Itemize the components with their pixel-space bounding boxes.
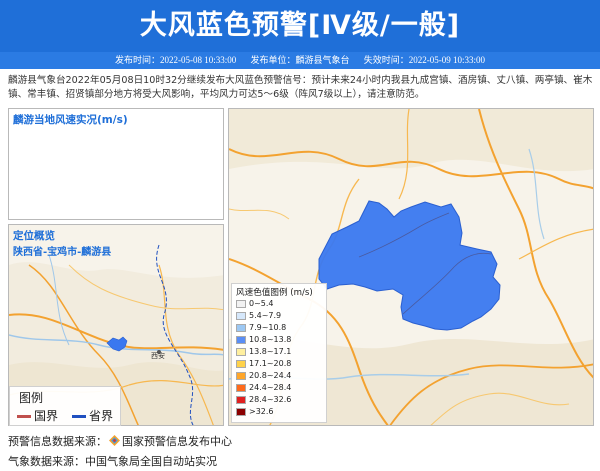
alert-title: 大风蓝色预警[Ⅳ级/一般] — [139, 10, 461, 41]
wind-legend-swatch — [236, 335, 246, 344]
location-panel-title: 定位概览 — [13, 230, 55, 242]
alert-header: 大风蓝色预警[Ⅳ级/一般] — [0, 0, 600, 52]
wind-legend-swatch — [236, 407, 246, 416]
alert-meta-bar: 发布时间：2022-05-08 10:33:00 发布单位：麟游县气象台 失效时… — [0, 52, 600, 69]
wind-legend-swatch — [236, 299, 246, 308]
wind-legend-item: >32.6 — [236, 406, 274, 417]
expire-time: 失效时间：2022-05-09 10:33:00 — [363, 55, 485, 65]
published-time: 发布时间：2022-05-08 10:33:00 — [114, 55, 237, 65]
wind-legend-item: 5.4~7.9 — [236, 310, 281, 321]
map-legend: 图例 国界 省界 — [9, 386, 121, 426]
wind-legend-swatch — [236, 359, 246, 368]
wind-legend-swatch — [236, 323, 246, 332]
city-label-xian: 西安 — [151, 351, 165, 360]
wind-speed-legend: 风速色值图例 (m/s) 0~5.4 5.4~7.9 7.9~10.8 10.8… — [231, 283, 327, 423]
wind-legend-item: 13.8~17.1 — [236, 346, 291, 357]
wind-legend-item: 24.4~28.4 — [236, 382, 291, 393]
wind-legend-swatch — [236, 371, 246, 380]
wind-legend-item: 28.4~32.6 — [236, 394, 291, 405]
national-border-line-icon — [17, 415, 31, 418]
legend-national-border: 国界 — [17, 407, 58, 424]
wind-legend-title: 风速色值图例 (m/s) — [236, 288, 313, 298]
warning-source-name[interactable]: 国家预警信息发布中心 — [122, 435, 232, 448]
publisher: 发布单位：麟游县气象台 — [250, 55, 350, 65]
warning-source-line: 预警信息数据来源： 国家预警信息发布中心 — [8, 435, 232, 448]
wind-legend-swatch — [236, 395, 246, 404]
alert-description: 麟游县气象台2022年05月08日10时32分继续发布大风蓝色预警信号：预计未来… — [8, 75, 593, 100]
wind-legend-item: 10.8~13.8 — [236, 334, 291, 345]
wind-legend-swatch — [236, 311, 246, 320]
wind-speed-panel: 麟游当地风速实况(m/s) — [8, 108, 224, 220]
provincial-border-line-icon — [72, 415, 86, 418]
wind-legend-item: 17.1~20.8 — [236, 358, 291, 369]
wind-legend-item: 7.9~10.8 — [236, 322, 286, 333]
location-region: 陕西省-宝鸡市-麟游县 — [13, 247, 112, 258]
weather-source-line: 气象数据来源：中国气象局全国自动站实况 — [8, 455, 217, 468]
wind-legend-swatch — [236, 383, 246, 392]
wind-legend-swatch — [236, 347, 246, 356]
warning-center-logo-icon — [109, 435, 120, 446]
wind-legend-item: 20.8~24.4 — [236, 370, 291, 381]
wind-legend-item: 0~5.4 — [236, 298, 274, 309]
legend-provincial-border: 省界 — [72, 407, 113, 424]
wind-speed-panel-title: 麟游当地风速实况(m/s) — [13, 114, 128, 126]
map-legend-title: 图例 — [19, 391, 44, 405]
